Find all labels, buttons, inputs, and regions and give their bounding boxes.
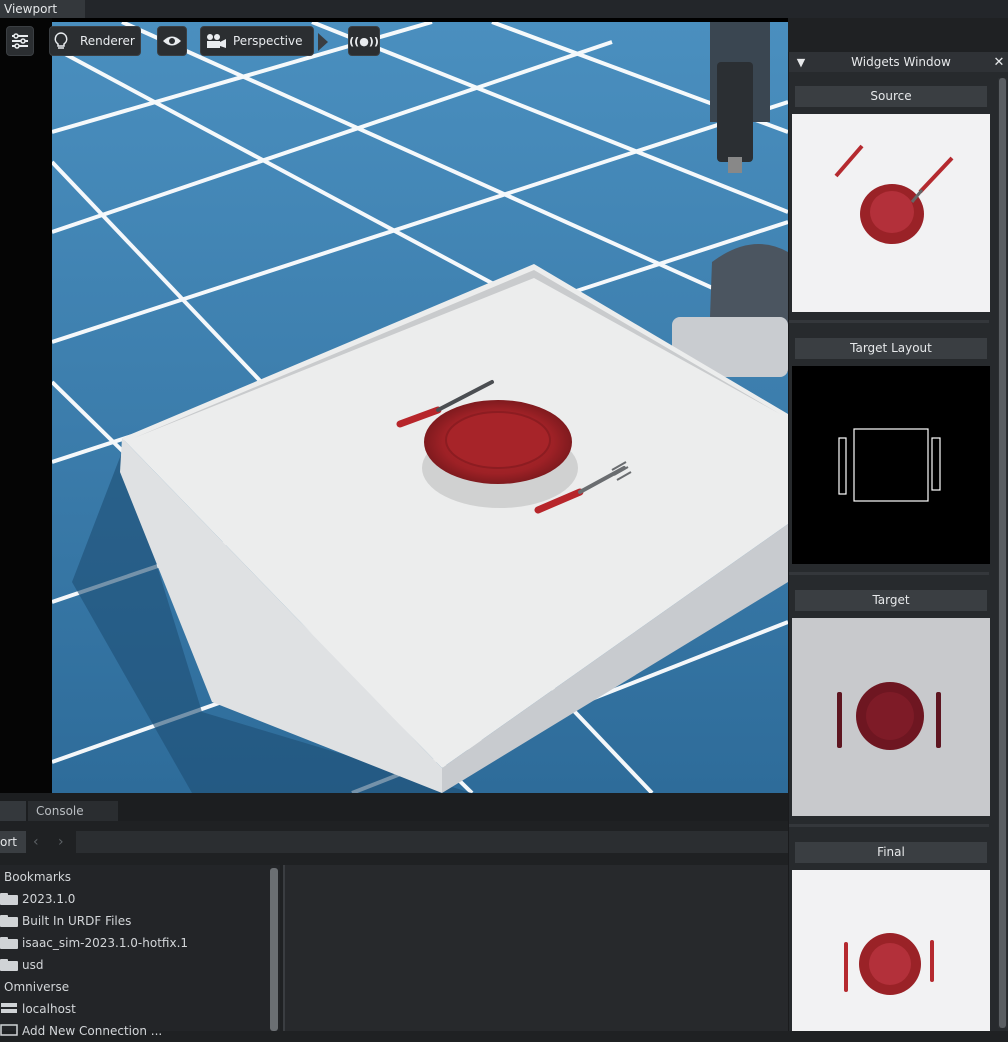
tab-content[interactable] [0, 801, 26, 821]
tree-label: localhost [22, 1002, 76, 1016]
camera-icon [205, 33, 227, 49]
renderer-label: Renderer [80, 34, 135, 48]
tree-label: isaac_sim-2023.1.0-hotfix.1 [22, 936, 189, 950]
section-label-final: Final [795, 842, 987, 863]
camera-label: Perspective [233, 34, 303, 48]
final-image [792, 870, 990, 1031]
tree-header-bookmarks[interactable]: Bookmarks [4, 866, 71, 888]
tree-label: Bookmarks [4, 870, 72, 884]
tree-scrollbar[interactable] [270, 868, 278, 1031]
section-label-target: Target [795, 590, 987, 611]
folder-icon [0, 959, 18, 971]
title-tab-strip: Viewport [0, 0, 1008, 18]
visibility-button[interactable] [157, 26, 187, 56]
widgets-window-title: Widgets Window [851, 55, 951, 69]
broadcast-icon: ((●)) [349, 34, 379, 48]
viewport-left-margin [0, 18, 52, 793]
widgets-scrollbar-thumb[interactable] [999, 78, 1006, 1028]
tree-label: usd [22, 958, 44, 972]
nav-forward-icon[interactable]: › [58, 831, 64, 853]
section-label-source: Source [795, 86, 987, 107]
target-layout-image [792, 366, 990, 564]
live-sync-button[interactable]: ((●)) [348, 26, 380, 56]
bottom-panel: Console ort ‹ › Bookmarks 2023.1.0 Built… [0, 793, 788, 1038]
widgets-scrollbar[interactable] [998, 78, 1007, 1028]
viewport-tab[interactable]: Viewport [0, 0, 86, 18]
tree-item-built-in-urdf-files[interactable]: Built In URDF Files [0, 910, 132, 932]
viewport-settings-button[interactable] [6, 26, 34, 56]
content-tree: Bookmarks 2023.1.0 Built In URDF Files i… [0, 865, 280, 1038]
tree-label: Add New Connection ... [22, 1024, 163, 1038]
target-image [792, 618, 990, 816]
widgets-window-header: ▼ Widgets Window ✕ [789, 52, 1008, 72]
nav-back-icon[interactable]: ‹ [33, 831, 39, 853]
tab-console[interactable]: Console [28, 801, 118, 821]
tree-label: Omniverse [4, 980, 70, 994]
source-image [792, 114, 990, 312]
section-divider [789, 320, 989, 323]
close-icon[interactable]: ✕ [989, 55, 1008, 70]
address-row: ort ‹ › [0, 829, 788, 855]
plus-icon [0, 1023, 18, 1039]
toolbar-expand-chevron-icon[interactable] [316, 31, 330, 53]
folder-icon [0, 893, 18, 905]
lightbulb-icon [50, 32, 72, 50]
tree-item-2023-1-0[interactable]: 2023.1.0 [0, 888, 76, 910]
tree-label: 2023.1.0 [22, 892, 76, 906]
renderer-button[interactable]: Renderer [49, 26, 141, 56]
tree-label: Built In URDF Files [22, 914, 132, 928]
camera-button[interactable]: Perspective [200, 26, 314, 56]
viewport[interactable]: Renderer Perspective ((●)) [0, 18, 788, 793]
address-input[interactable] [76, 831, 788, 853]
folder-icon [0, 937, 18, 949]
folder-icon [0, 915, 18, 927]
tree-item-usd[interactable]: usd [0, 954, 44, 976]
server-icon [0, 1002, 18, 1017]
tree-item-localhost[interactable]: localhost [1, 998, 76, 1020]
tree-item-add-new-connection[interactable]: Add New Connection ... [0, 1020, 163, 1042]
scene-render[interactable] [52, 22, 788, 793]
tree-header-omniverse[interactable]: Omniverse [4, 976, 69, 998]
tree-item-isaac-sim[interactable]: isaac_sim-2023.1.0-hotfix.1 [0, 932, 189, 954]
section-divider [789, 572, 989, 575]
address-label: ort [0, 831, 26, 853]
sliders-icon [12, 33, 28, 49]
content-file-pane[interactable] [285, 865, 788, 1031]
collapse-arrow-icon[interactable]: ▼ [789, 56, 813, 69]
widgets-window: ▼ Widgets Window ✕ Source Target Layout … [788, 52, 1008, 1031]
eye-icon [163, 36, 181, 46]
section-divider [789, 824, 989, 827]
section-label-target-layout: Target Layout [795, 338, 987, 359]
bottom-tab-row: Console [0, 793, 788, 821]
